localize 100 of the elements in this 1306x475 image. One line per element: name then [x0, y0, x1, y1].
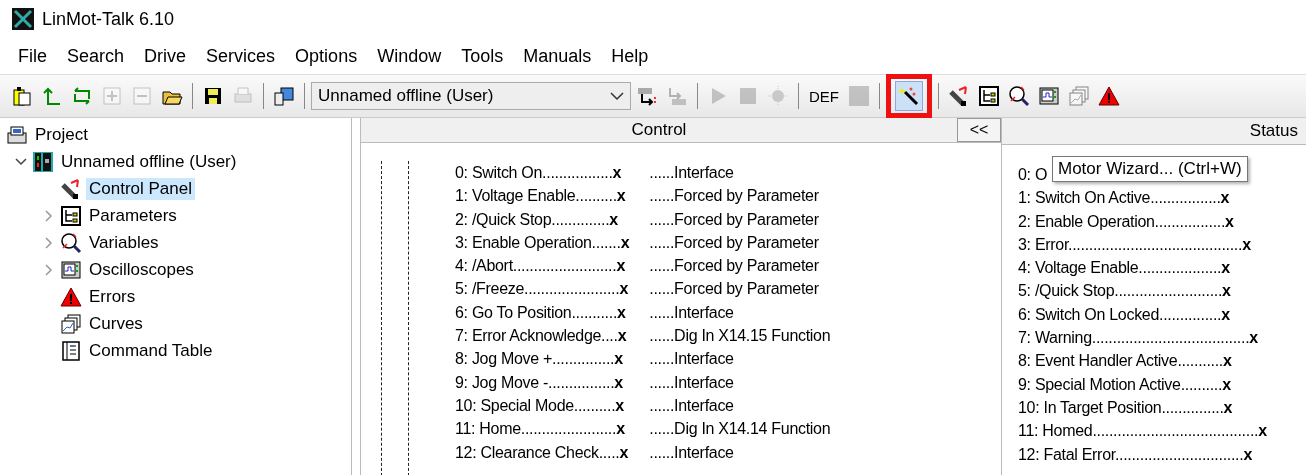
bit-value: x — [1223, 397, 1233, 418]
bit-value: x — [1220, 188, 1230, 209]
project-icon — [6, 123, 28, 146]
tree-diagram-icon — [978, 85, 1000, 107]
bit-value: x — [617, 326, 627, 347]
menu-item[interactable]: Manuals — [513, 45, 602, 67]
status-bit-label: 8: Event Handler Active........... — [1018, 351, 1223, 372]
app-logo-icon — [12, 8, 34, 30]
control-bit-label: 4: /Abort......................... — [455, 256, 617, 277]
magnifier-icon — [1008, 85, 1030, 107]
menu-item[interactable]: File — [8, 45, 57, 67]
bit-source: ......Interface — [649, 395, 734, 416]
drive-select[interactable]: Unnamed offline (User) — [311, 82, 631, 110]
toolbar-button[interactable] — [895, 81, 923, 111]
tree-item[interactable]: Variables — [86, 231, 162, 254]
stop-icon — [737, 85, 759, 107]
tree-item[interactable]: Errors — [86, 285, 139, 308]
bit-value: x — [1222, 374, 1231, 395]
menu-item[interactable]: Tools — [451, 45, 514, 67]
up-arrow-icon — [41, 85, 63, 107]
plus-icon — [101, 85, 123, 107]
menu-item[interactable]: Search — [57, 45, 135, 67]
menu-item[interactable]: Window — [367, 45, 452, 67]
status-bit-label: 4: Voltage Enable.................... — [1018, 258, 1222, 279]
loop-arrow-icon — [71, 85, 93, 107]
status-bit-label: 3: Error.......................................... — [1018, 234, 1243, 255]
bit-value: x — [615, 395, 624, 416]
magnifier-icon — [60, 231, 82, 254]
bit-source: ......Forced by Parameter — [649, 232, 819, 253]
window-title: LinMot-Talk 6.10 — [42, 8, 175, 30]
menu-item[interactable]: Drive — [134, 45, 197, 67]
tree-item[interactable]: Curves — [86, 312, 146, 335]
bit-value: x — [616, 186, 626, 207]
chevron-down-icon — [610, 91, 624, 101]
bit-source: ......Interface — [649, 349, 734, 370]
bit-value: x — [616, 419, 625, 440]
bit-source: ......Interface — [649, 302, 734, 323]
control-bit-label: 1: Voltage Enable.......... — [455, 186, 617, 207]
control-bit-label: 11: Home....................... — [455, 419, 617, 440]
control-bit-label: 9: Jog Move -................ — [455, 372, 615, 393]
panel-header: Status — [1248, 121, 1299, 141]
bit-value: x — [1223, 351, 1232, 372]
status-bit-label: 6: Switch On Locked............... — [1018, 304, 1222, 325]
bit-source: ......Interface — [649, 372, 734, 393]
bit-source: ......Forced by Parameter — [649, 279, 819, 300]
bit-value: x — [620, 232, 630, 253]
control-bit-label: 6: Go To Position........... — [455, 302, 618, 323]
bit-source: ......Dig In X14.15 Function — [649, 326, 831, 347]
bit-value: x — [1221, 258, 1230, 279]
control-bit-label: 8: Jog Move +............... — [455, 349, 615, 370]
control-bit-label: 0: Switch On................. — [455, 163, 613, 183]
status-bit-label: 10: In Target Position............... — [1018, 397, 1224, 418]
bit-source: ......Dig In X14.14 Function — [649, 419, 831, 440]
control-bit-label: 5: /Freeze....................... — [455, 279, 620, 300]
def-button[interactable]: DEF — [805, 81, 843, 111]
tree-item[interactable]: Parameters — [86, 204, 180, 227]
bit-source: ......Forced by Parameter — [649, 256, 819, 277]
control-bit-label: 10: Special Mode.......... — [455, 395, 616, 416]
control-bit-label: 12: Clearance Check..... — [455, 442, 620, 463]
oscilloscope-icon — [1038, 85, 1060, 107]
menu-item[interactable]: Services — [196, 45, 286, 67]
tree-item[interactable]: Project — [32, 123, 91, 146]
bit-value: x — [616, 256, 626, 277]
bit-value: x — [1225, 211, 1234, 232]
status-bit-label: 1: Switch On Active................. — [1018, 188, 1221, 209]
bit-source: ......Forced by Parameter — [649, 209, 819, 230]
bit-value: x — [1222, 281, 1231, 302]
tree-diagram-icon — [60, 204, 82, 227]
transfer-icon — [666, 85, 688, 107]
sparkle-icon — [767, 85, 789, 107]
menu-item[interactable]: Help — [601, 45, 659, 67]
bit-value: x — [612, 163, 622, 183]
tree-item[interactable]: Control Panel — [86, 177, 195, 200]
transfer-icon — [636, 85, 658, 107]
curves-icon — [60, 312, 82, 335]
status-bit-label: 0: O — [1018, 165, 1048, 185]
bit-value: x — [1243, 444, 1252, 465]
warning-icon — [1098, 85, 1120, 107]
square-icon — [848, 85, 870, 107]
control-bit-label: 3: Enable Operation....... — [455, 232, 621, 253]
tree-item[interactable]: Unnamed offline (User) — [58, 150, 240, 173]
bit-value: x — [1249, 328, 1258, 349]
bit-value: x — [617, 302, 626, 323]
control-bit-label: 2: /Quick Stop.............. — [455, 209, 610, 230]
control-bit-label: 7: Error Acknowledge.... — [455, 326, 618, 347]
tree-item[interactable]: Command Table — [86, 339, 216, 362]
collapse-button[interactable]: << — [957, 118, 1001, 142]
status-bit-label: 11: Homed........................................ — [1018, 421, 1259, 442]
minus-icon — [131, 85, 153, 107]
status-bit-label: 5: /Quick Stop.......................... — [1018, 281, 1223, 302]
curves-icon — [1068, 85, 1090, 107]
menu-item[interactable]: Options — [285, 45, 368, 67]
status-bit-label: 7: Warning...................................... — [1018, 328, 1250, 349]
status-bit-label: 2: Enable Operation................. — [1018, 211, 1226, 232]
status-bit-label: 12: Fatal Error............................... — [1018, 444, 1244, 465]
clipboard-icon — [11, 85, 33, 107]
tooltip: Motor Wizard... (Ctrl+W) — [1052, 156, 1248, 182]
bit-value: x — [1258, 421, 1267, 442]
tree-item[interactable]: Oscilloscopes — [86, 258, 197, 281]
table-icon — [60, 339, 82, 362]
